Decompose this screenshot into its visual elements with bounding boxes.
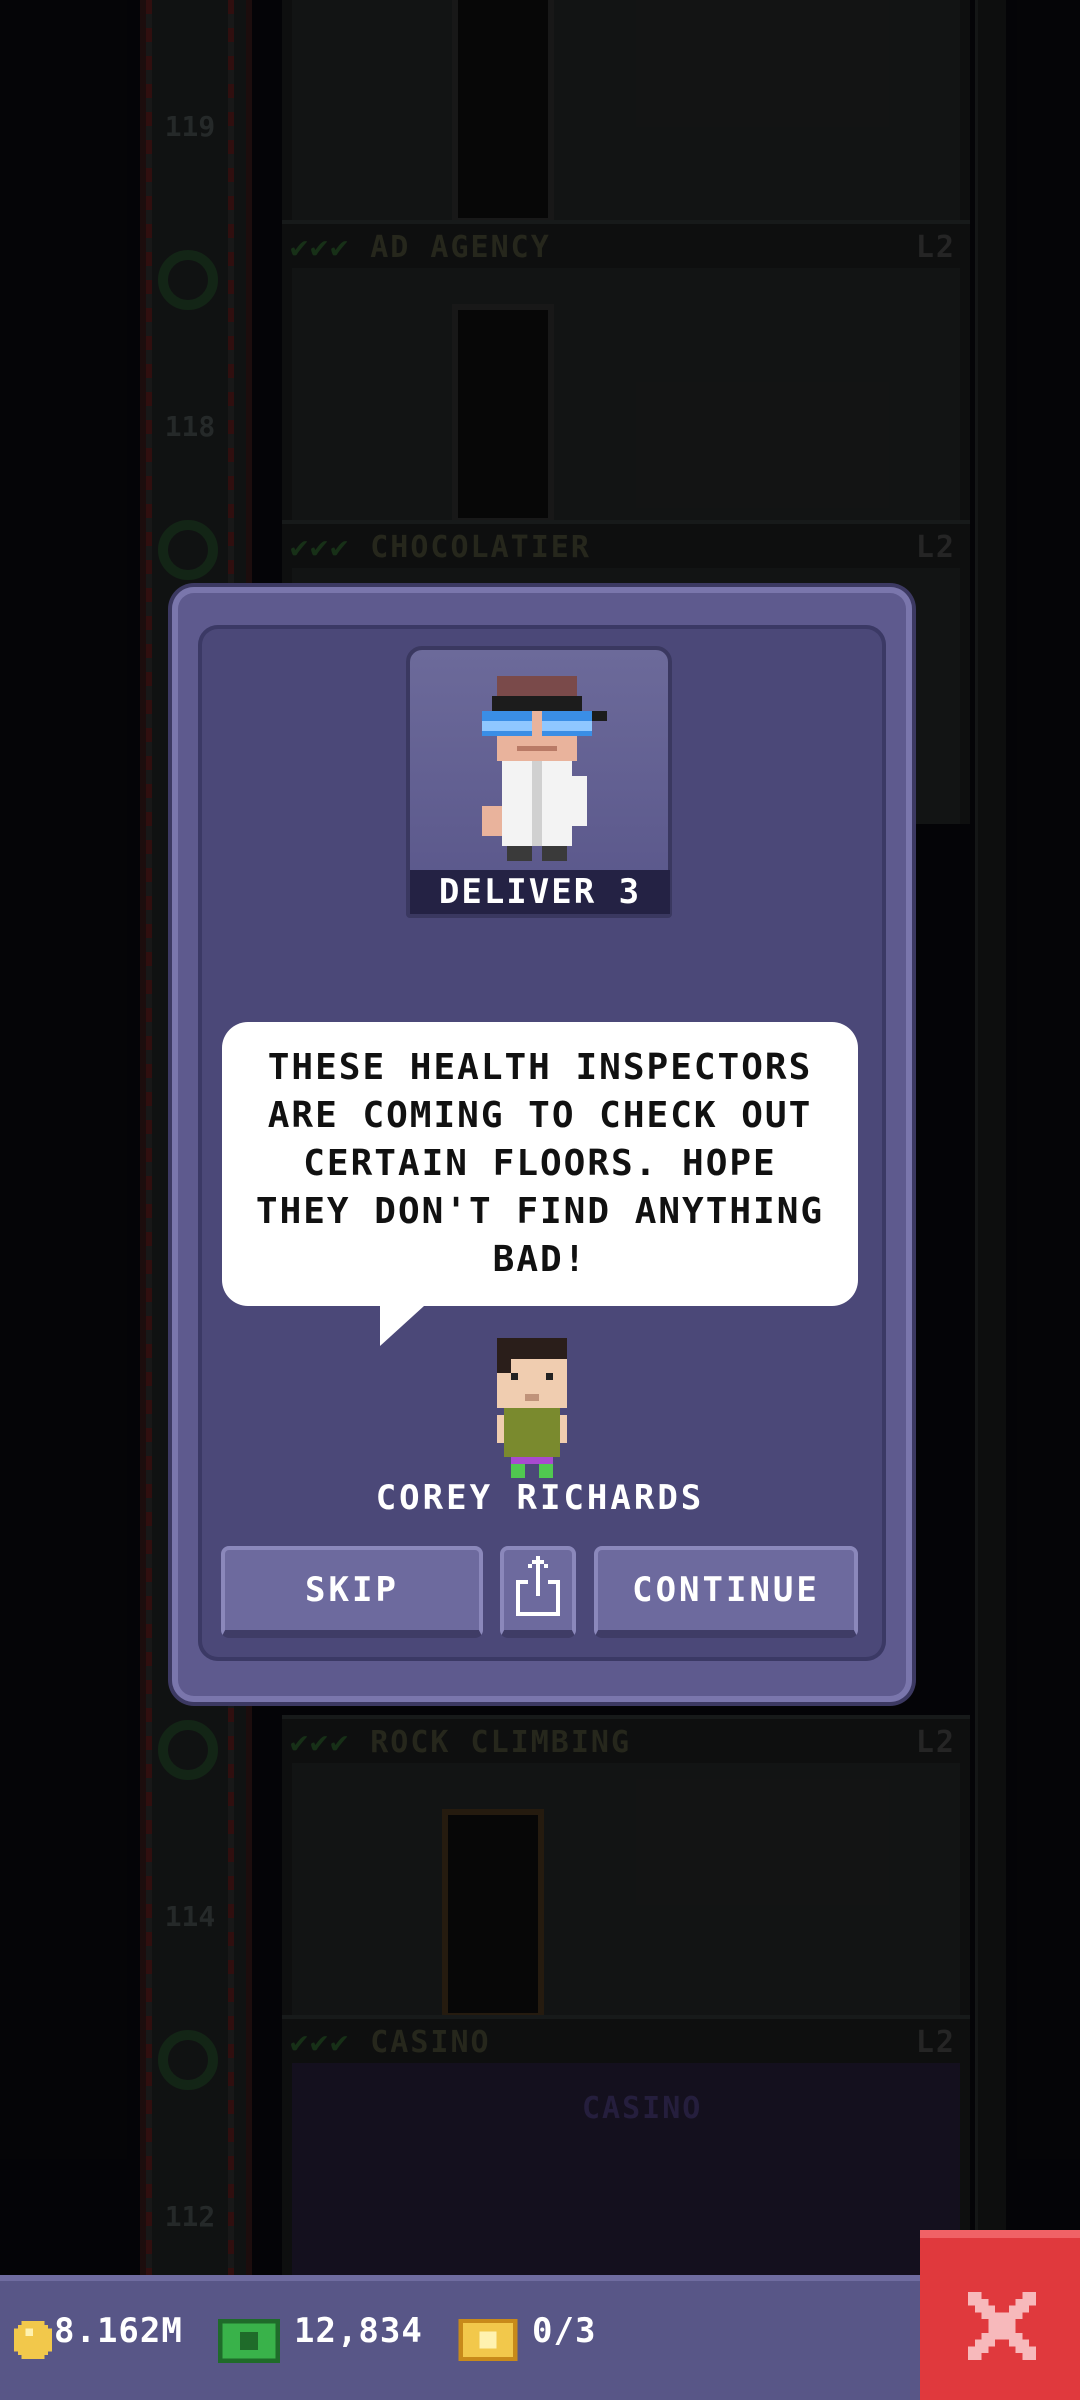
goal-label: DELIVER 3 bbox=[410, 870, 670, 914]
share-icon bbox=[516, 1556, 560, 1616]
bottom-status-bar: 8.162M 12,834 0/3 bbox=[0, 2275, 1080, 2400]
bux-icon bbox=[218, 2319, 280, 2363]
tickets-count: 0/3 bbox=[532, 2311, 597, 2351]
health-inspector-sprite bbox=[482, 676, 607, 861]
continue-button[interactable]: CONTINUE bbox=[594, 1546, 858, 1638]
bux-count: 12,834 bbox=[294, 2311, 423, 2351]
share-button[interactable] bbox=[500, 1546, 576, 1638]
coin-icon bbox=[14, 2321, 52, 2359]
speech-bubble: THESE HEALTH INSPECTORS ARE COMING TO CH… bbox=[222, 1022, 858, 1306]
close-icon bbox=[968, 2292, 1036, 2360]
coins-count: 8.162M bbox=[54, 2311, 183, 2351]
close-button[interactable] bbox=[920, 2230, 1080, 2400]
dialog-message: THESE HEALTH INSPECTORS ARE COMING TO CH… bbox=[255, 1047, 825, 1280]
skip-button[interactable]: SKIP bbox=[221, 1546, 483, 1638]
speaker-name: COREY RICHARDS bbox=[375, 1478, 705, 1518]
speaker-sprite bbox=[497, 1338, 567, 1478]
ticket-icon bbox=[458, 2319, 518, 2361]
speech-bubble-tail bbox=[380, 1306, 424, 1346]
